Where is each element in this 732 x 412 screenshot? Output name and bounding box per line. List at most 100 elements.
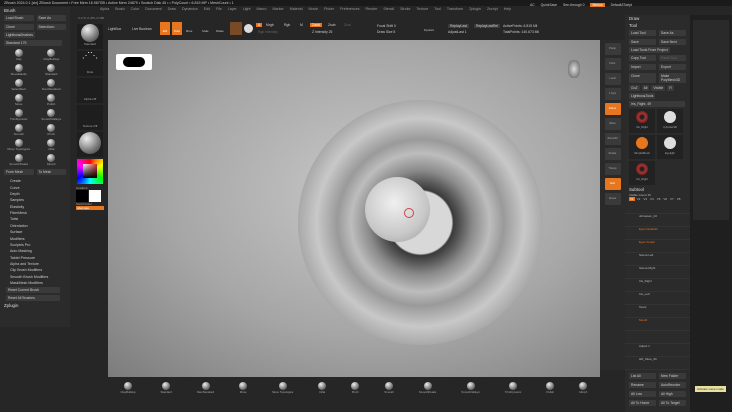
- tool-thumb[interactable]: Eyelight: [657, 135, 683, 159]
- brush-claybuildup[interactable]: ClayBuildup: [36, 49, 68, 63]
- subtool-row[interactable]: ultimatum_02: [625, 214, 690, 227]
- all-to-target-button[interactable]: All To Target: [659, 400, 686, 406]
- subtool-row[interactable]: [625, 201, 690, 214]
- brush-inflat[interactable]: Inflat: [36, 139, 68, 153]
- brush-damstandard[interactable]: DamStandard: [36, 79, 68, 93]
- visible-button[interactable]: Visible: [651, 85, 666, 91]
- save-next-button[interactable]: Save Next: [659, 39, 686, 45]
- menu-texture[interactable]: Texture: [417, 7, 429, 11]
- mrgb-button[interactable]: Mrgb: [266, 23, 274, 27]
- toolbar-persp[interactable]: Persp: [604, 43, 621, 55]
- rgb-button[interactable]: Rgb: [284, 23, 290, 27]
- menu-zscript[interactable]: Zscript: [487, 7, 498, 11]
- subtool-row[interactable]: Mouth: [625, 318, 690, 331]
- menu-picker[interactable]: Picker: [324, 7, 334, 11]
- z-intensity-slider[interactable]: Z Intensity 25: [312, 30, 332, 34]
- load-tool-button[interactable]: Load Tool: [629, 30, 656, 36]
- material-icon[interactable]: [230, 22, 242, 35]
- tool-thumb[interactable]: Cylinder3D: [657, 109, 683, 133]
- from-mesh-button[interactable]: From Mesh: [4, 169, 34, 175]
- menu-color[interactable]: Color: [131, 7, 140, 11]
- menu-help[interactable]: Help: [504, 7, 511, 11]
- toolbar-floor[interactable]: Floor: [604, 58, 621, 70]
- subtool-row[interactable]: Adjust 1: [625, 344, 690, 357]
- move-button[interactable]: Move: [186, 30, 192, 33]
- main-color-swatch[interactable]: [76, 190, 88, 202]
- all-to-home-button[interactable]: All To Home: [629, 400, 656, 406]
- clone-button[interactable]: Clone: [4, 24, 34, 30]
- menu-layer[interactable]: Layer: [228, 7, 237, 11]
- edit-button[interactable]: Edit: [160, 22, 170, 35]
- tool-slider[interactable]: Iris_Right. 49: [629, 101, 685, 107]
- toolbar-move[interactable]: Move: [604, 118, 621, 130]
- subtool-header[interactable]: Subtool: [625, 186, 690, 193]
- paste-tool-button[interactable]: Paste Tool: [659, 55, 686, 61]
- focal-shift-slider[interactable]: Focal Shift 0: [377, 24, 396, 28]
- zcut-button[interactable]: Zcut: [344, 23, 351, 27]
- m-button[interactable]: M: [300, 23, 303, 27]
- toolbar-zoom3d[interactable]: Zoom3D: [604, 133, 621, 145]
- select-icon-button[interactable]: SelectIcon: [36, 24, 66, 30]
- bottom-brush-inflat[interactable]: Inflat: [318, 382, 327, 394]
- alpha-selector[interactable]: Alpha Off: [77, 78, 103, 103]
- texture-selector[interactable]: Texture Off: [77, 105, 103, 130]
- all-high-button[interactable]: All High: [659, 391, 686, 397]
- draw-header[interactable]: Draw: [625, 15, 690, 22]
- toolbar-rotate[interactable]: Rotate: [604, 148, 621, 160]
- subtool-row[interactable]: [625, 331, 690, 344]
- toolbar-frame[interactable]: Frame: [604, 103, 621, 115]
- lightbox-button[interactable]: LightBox: [108, 27, 121, 31]
- brush-standard[interactable]: Standard: [36, 64, 68, 78]
- menu-edit[interactable]: Edit: [204, 7, 210, 11]
- menu-tool[interactable]: Tool: [434, 7, 441, 11]
- bottom-brush-smooth[interactable]: Smooth: [384, 382, 394, 394]
- bottom-brush-smoothvalleys[interactable]: SmoothValleys: [461, 382, 480, 394]
- bottom-brush-standard[interactable]: Standard: [160, 382, 172, 394]
- menu-marker[interactable]: Marker: [273, 7, 284, 11]
- brush-clay[interactable]: Clay: [3, 49, 35, 63]
- scale-button[interactable]: Scale: [202, 30, 209, 33]
- draw-button[interactable]: Draw: [172, 22, 182, 35]
- menu-stroke[interactable]: Stroke: [400, 7, 410, 11]
- menu-transform[interactable]: Transform: [447, 7, 463, 11]
- subtool-row[interactable]: HD_Mute_09: [625, 357, 690, 370]
- subtool-row[interactable]: Sclera Left: [625, 253, 690, 266]
- toolbar-xpose[interactable]: Xpose: [604, 193, 621, 205]
- subtool-row[interactable]: Sclera Right: [625, 266, 690, 279]
- menu-material[interactable]: Material: [290, 7, 303, 11]
- draw-size-slider[interactable]: Draw Size 5: [377, 30, 395, 34]
- brush-moveelastic[interactable]: MoveElastic: [3, 64, 35, 78]
- load-brush-button[interactable]: Load Brush: [4, 15, 34, 21]
- menu-dynamics[interactable]: Dynamics: [182, 7, 198, 11]
- load-from-project-button[interactable]: Load Tools From Project: [629, 47, 670, 53]
- brush-selector[interactable]: Standard: [77, 24, 103, 49]
- subtool-row[interactable]: Eyes Sculpt: [625, 240, 690, 253]
- color-picker[interactable]: [77, 159, 103, 184]
- reset-current-brush-button[interactable]: Reset Current Brush: [6, 287, 60, 294]
- copy-tool-button[interactable]: Copy Tool: [629, 55, 656, 61]
- menu-preferences[interactable]: Preferences: [340, 7, 359, 11]
- subtool-row[interactable]: Tears: [625, 305, 690, 318]
- menu-render[interactable]: Render: [366, 7, 378, 11]
- bottom-brush-trimdynamic[interactable]: TrimDynamic: [505, 382, 521, 394]
- new-folder-button[interactable]: New Folder: [659, 373, 686, 379]
- secondary-color-swatch[interactable]: [89, 190, 101, 202]
- toolbar-transp[interactable]: Transp: [604, 163, 621, 175]
- bottom-brush-move-topologica[interactable]: Move Topologica: [272, 382, 293, 394]
- brush-polish[interactable]: Polish: [36, 94, 68, 108]
- subtool-row[interactable]: Iris_Right: [625, 279, 690, 292]
- toolbar-lsym[interactable]: L.Sym: [604, 88, 621, 100]
- lightbox-brushes-button[interactable]: Lightbox▸Brushes: [4, 32, 35, 38]
- menu-alpha[interactable]: Alpha: [100, 7, 109, 11]
- bottom-brush-claybuildup[interactable]: ClayBuildup: [121, 382, 135, 394]
- clone-tool-button[interactable]: Clone: [629, 73, 656, 83]
- adjust-last-slider[interactable]: AdjustLast 1: [448, 30, 467, 34]
- tool-thumb[interactable]: SimpleBrush: [629, 135, 655, 159]
- live-boolean-button[interactable]: Live Boolean: [132, 27, 152, 31]
- bottom-brush-polish[interactable]: Polish: [546, 382, 555, 394]
- brush-trimdynamic[interactable]: TrimDynamic: [3, 109, 35, 123]
- tool-thumb[interactable]: Iris_Right: [629, 109, 655, 133]
- head-navigator-icon[interactable]: [568, 60, 580, 78]
- all-button[interactable]: All: [641, 85, 650, 91]
- script-button[interactable]: DefaultZScript: [611, 3, 632, 7]
